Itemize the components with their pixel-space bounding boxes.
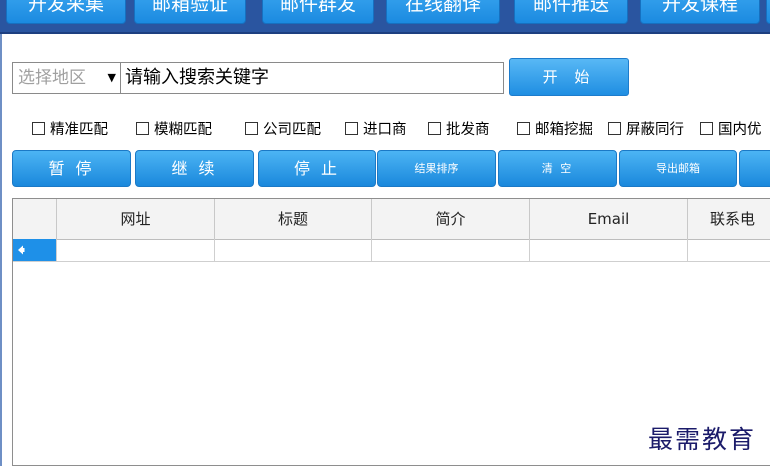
option-label: 屏蔽同行 [626,122,684,138]
option-label: 批发商 [446,122,490,138]
option-label: 邮箱挖掘 [535,122,593,138]
tab-overflow[interactable] [766,0,770,24]
column-header-phone[interactable]: 联系电 [687,199,770,239]
export-email-button[interactable]: 导出邮箱 [619,150,737,187]
table-cell[interactable] [529,239,687,261]
tab-email-verify[interactable]: 邮箱验证 [134,0,246,24]
checkbox-icon[interactable] [608,122,621,135]
tab-translate[interactable]: 在线翻译 [386,0,500,24]
checkbox-icon[interactable] [136,122,149,135]
column-header-title[interactable]: 标题 [214,199,371,239]
option-label: 公司匹配 [263,122,321,138]
tab-course[interactable]: 开发课程 [640,0,760,24]
checkbox-icon[interactable] [245,122,258,135]
table-cell[interactable] [371,239,529,261]
stop-button[interactable]: 停 止 [258,150,376,187]
column-header-url[interactable]: 网址 [56,199,214,239]
option-label: 国内优 [718,122,762,138]
table-header: 网址 标题 简介 Email 联系电 [13,199,770,240]
window-frame-left [0,34,2,466]
row-header-corner [13,199,56,239]
start-button[interactable]: 开 始 [509,58,629,96]
column-header-email[interactable]: Email [529,199,687,239]
option-exact-match[interactable]: 精准匹配 [32,120,108,140]
top-tab-bar: 开发采集 邮箱验证 邮件群发 在线翻译 邮件推送 开发课程 [0,0,770,34]
clear-button[interactable]: 清 空 [498,150,617,187]
region-select[interactable]: 选择地区 ▼ [12,62,120,94]
column-header-summary[interactable]: 简介 [371,199,529,239]
checkbox-icon[interactable] [32,122,45,135]
tab-collect[interactable]: 开发采集 [6,0,126,24]
table-cell[interactable] [214,239,371,261]
option-fuzzy-match[interactable]: 模糊匹配 [136,120,212,140]
region-placeholder: 选择地区 [18,68,86,88]
option-label: 进口商 [363,122,407,138]
table-row[interactable] [13,239,770,262]
option-importer[interactable]: 进口商 [345,120,407,140]
continue-button[interactable]: 继 续 [135,150,254,187]
table-cell[interactable] [687,239,770,261]
row-pointer-icon [18,245,25,255]
option-email-mining[interactable]: 邮箱挖掘 [517,120,593,140]
search-input[interactable]: 请输入搜索关键字 [120,62,504,94]
option-label: 模糊匹配 [154,122,212,138]
checkbox-icon[interactable] [345,122,358,135]
pause-button[interactable]: 暂 停 [12,150,131,187]
checkbox-icon[interactable] [428,122,441,135]
dropdown-arrow-icon: ▼ [107,71,116,84]
more-button[interactable] [739,150,770,187]
checkbox-icon[interactable] [700,122,713,135]
checkbox-icon[interactable] [517,122,530,135]
option-wholesaler[interactable]: 批发商 [428,120,490,140]
sort-results-button[interactable]: 结果排序 [377,150,496,187]
table-cell[interactable] [56,239,214,261]
row-selector[interactable] [13,239,56,261]
option-domestic[interactable]: 国内优 [700,120,762,140]
option-company-match[interactable]: 公司匹配 [245,120,321,140]
option-block-peers[interactable]: 屏蔽同行 [608,120,684,140]
tab-mail-push[interactable]: 邮件推送 [514,0,628,24]
tab-mass-mail[interactable]: 邮件群发 [262,0,374,24]
watermark-text: 最需教育 [648,425,757,454]
option-label: 精准匹配 [50,122,108,138]
